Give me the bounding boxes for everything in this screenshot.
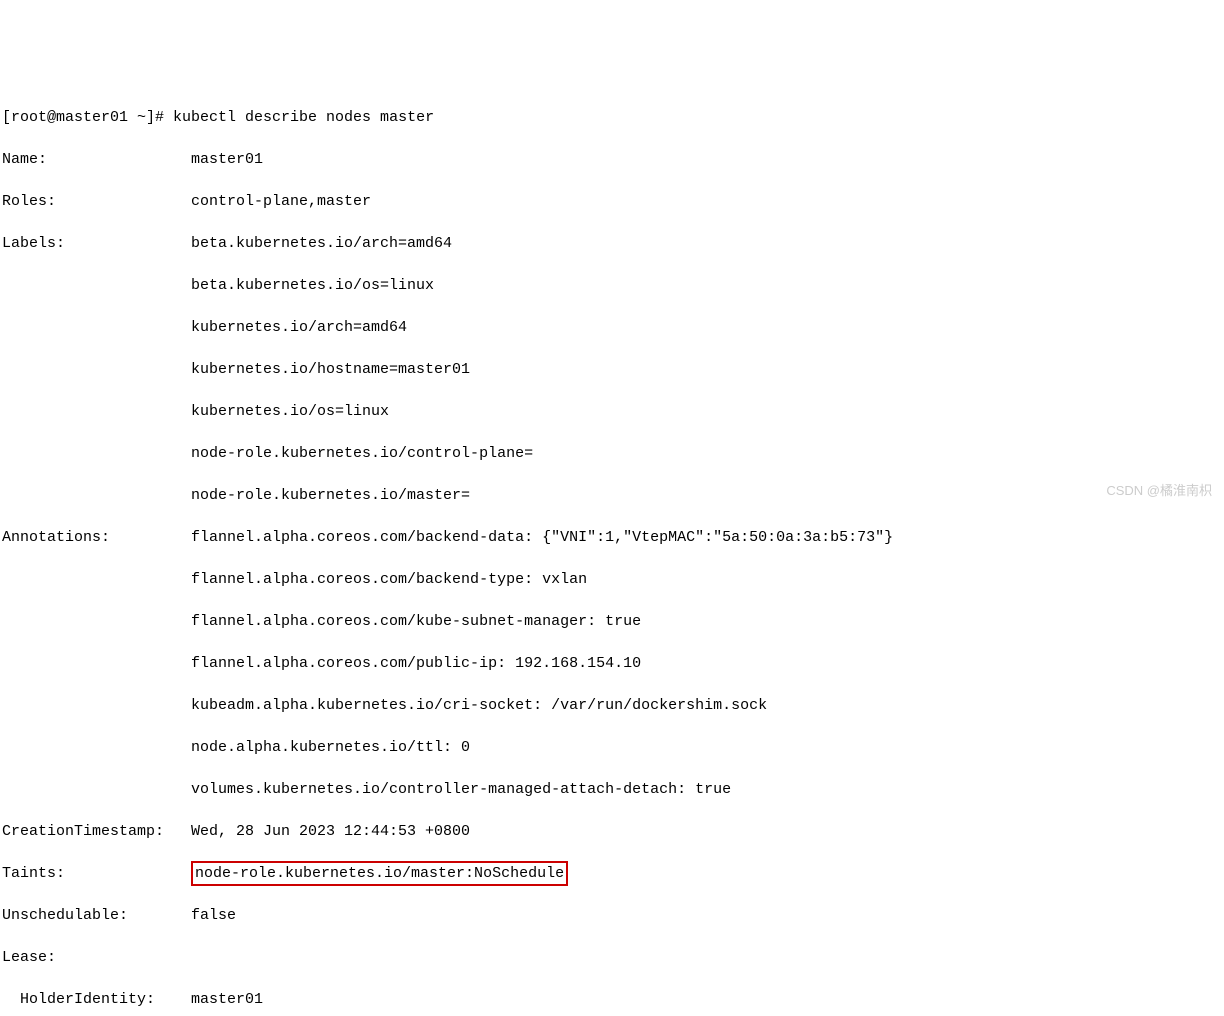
lease-key: Lease: xyxy=(2,947,56,968)
taints-value: node-role.kubernetes.io/master:NoSchedul… xyxy=(195,865,564,882)
label-value: kubernetes.io/os=linux xyxy=(191,401,389,422)
command-prompt: [root@master01 ~]# kubectl describe node… xyxy=(2,107,434,128)
annotation-value: flannel.alpha.coreos.com/public-ip: 192.… xyxy=(191,653,641,674)
annotation-value: kubeadm.alpha.kubernetes.io/cri-socket: … xyxy=(191,695,767,716)
annotation-value: flannel.alpha.coreos.com/backend-data: {… xyxy=(191,527,893,548)
annotation-value: node.alpha.kubernetes.io/ttl: 0 xyxy=(191,737,470,758)
holder-value: master01 xyxy=(191,989,263,1010)
roles-key: Roles: xyxy=(2,191,191,212)
label-value: beta.kubernetes.io/arch=amd64 xyxy=(191,233,452,254)
annotation-value: flannel.alpha.coreos.com/backend-type: v… xyxy=(191,569,587,590)
creation-key: CreationTimestamp: xyxy=(2,821,191,842)
labels-key: Labels: xyxy=(2,233,191,254)
annotations-key: Annotations: xyxy=(2,527,191,548)
label-value: kubernetes.io/hostname=master01 xyxy=(191,359,470,380)
terminal-output: [root@master01 ~]# kubectl describe node… xyxy=(2,86,1222,1016)
watermark: CSDN @橘淮南枳 xyxy=(1106,482,1212,500)
annotation-value: flannel.alpha.coreos.com/kube-subnet-man… xyxy=(191,611,641,632)
label-value: kubernetes.io/arch=amd64 xyxy=(191,317,407,338)
unschedulable-value: false xyxy=(191,905,236,926)
holder-key: HolderIdentity: xyxy=(20,989,191,1010)
name-key: Name: xyxy=(2,149,191,170)
label-value: beta.kubernetes.io/os=linux xyxy=(191,275,434,296)
taints-highlight: node-role.kubernetes.io/master:NoSchedul… xyxy=(191,861,568,886)
roles-value: control-plane,master xyxy=(191,191,371,212)
name-value: master01 xyxy=(191,149,263,170)
label-value: node-role.kubernetes.io/master= xyxy=(191,485,470,506)
annotation-value: volumes.kubernetes.io/controller-managed… xyxy=(191,779,731,800)
label-value: node-role.kubernetes.io/control-plane= xyxy=(191,443,533,464)
unschedulable-key: Unschedulable: xyxy=(2,905,191,926)
taints-key: Taints: xyxy=(2,863,191,884)
creation-value: Wed, 28 Jun 2023 12:44:53 +0800 xyxy=(191,821,470,842)
